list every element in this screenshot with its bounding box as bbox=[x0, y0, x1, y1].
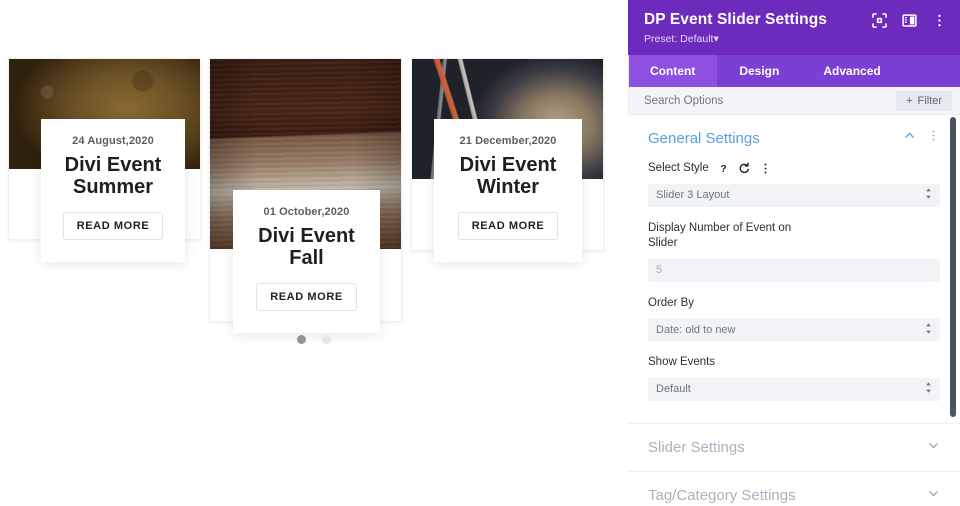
panel-header: DP Event Slider Settings Preset: Default… bbox=[628, 0, 960, 55]
settings-panel: DP Event Slider Settings Preset: Default… bbox=[628, 0, 960, 506]
preset-selector[interactable]: Preset: Default▾ bbox=[644, 33, 944, 45]
field-label-text: Show Events bbox=[648, 356, 716, 369]
tab-content[interactable]: Content bbox=[628, 55, 718, 87]
event-date: 24 August,2020 bbox=[72, 135, 154, 147]
field-label: Select Style ? bbox=[648, 161, 940, 177]
field-select-style: Select Style ? Slider 3 Layout bbox=[648, 161, 940, 207]
event-title-line1: Divi Event bbox=[459, 154, 557, 176]
event-card-summer[interactable]: 24 August,2020 Divi Event Summer READ MO… bbox=[8, 58, 201, 262]
section-header[interactable]: General Settings bbox=[648, 129, 940, 147]
event-card-fall[interactable]: 01 October,2020 Divi Event Fall READ MOR… bbox=[209, 58, 402, 333]
panel-scroll-content: General Settings Select Style ? Slider 3… bbox=[628, 115, 960, 506]
filter-button[interactable]: + Filter bbox=[896, 90, 952, 111]
field-label: Show Events bbox=[648, 355, 940, 371]
pagination-dot-2[interactable] bbox=[322, 335, 332, 344]
display-number-value: 5 bbox=[656, 264, 663, 277]
builder-canvas: 24 August,2020 Divi Event Summer READ MO… bbox=[0, 0, 628, 506]
field-label-text: Order By bbox=[648, 296, 695, 309]
event-slider: 24 August,2020 Divi Event Summer READ MO… bbox=[0, 0, 628, 344]
filter-label: Filter bbox=[917, 94, 942, 107]
event-overlay-winter: 21 December,2020 Divi Event Winter READ … bbox=[434, 119, 582, 262]
event-title-line1: Divi Event bbox=[258, 225, 355, 247]
chevron-down-icon[interactable] bbox=[927, 487, 940, 505]
field-label: Display Number of Event on Slider bbox=[648, 221, 813, 252]
updown-caret-icon bbox=[924, 381, 933, 397]
reset-icon[interactable] bbox=[738, 162, 751, 175]
chevron-up-icon[interactable] bbox=[903, 129, 916, 147]
section-actions bbox=[903, 129, 940, 147]
show-events-value: Default bbox=[656, 383, 691, 396]
expand-view-icon[interactable] bbox=[871, 12, 887, 28]
updown-caret-icon bbox=[924, 322, 933, 338]
select-style-dropdown[interactable]: Slider 3 Layout bbox=[648, 183, 940, 207]
event-overlay-fall: 01 October,2020 Divi Event Fall READ MOR… bbox=[233, 190, 380, 333]
field-display-number: Display Number of Event on Slider 5 bbox=[648, 221, 940, 282]
panel-tabs: Content Design Advanced bbox=[628, 55, 960, 87]
section-title: Slider Settings bbox=[648, 439, 745, 457]
plus-icon: + bbox=[906, 94, 913, 107]
search-input[interactable] bbox=[644, 94, 897, 107]
more-options-icon[interactable] bbox=[931, 12, 947, 28]
event-title-line2: Summer bbox=[72, 176, 154, 199]
section-general-settings: General Settings Select Style ? Slider 3… bbox=[628, 115, 960, 401]
field-label-text: Select Style bbox=[648, 162, 709, 174]
event-overlay-summer: 24 August,2020 Divi Event Summer READ MO… bbox=[41, 119, 185, 262]
layout-view-icon[interactable] bbox=[901, 12, 917, 28]
select-style-value: Slider 3 Layout bbox=[656, 189, 730, 202]
field-show-events: Show Events Default bbox=[648, 355, 940, 401]
event-date: 01 October,2020 bbox=[263, 206, 350, 218]
order-by-value: Date: old to new bbox=[656, 323, 736, 336]
order-by-dropdown[interactable]: Date: old to new bbox=[648, 318, 940, 342]
tab-design[interactable]: Design bbox=[717, 55, 801, 87]
pagination-dot-1[interactable] bbox=[296, 335, 306, 344]
event-title-line1: Divi Event bbox=[64, 154, 162, 176]
section-tag-category-settings[interactable]: Tag/Category Settings bbox=[628, 470, 960, 506]
read-more-button[interactable]: READ MORE bbox=[62, 211, 164, 240]
section-title: Tag/Category Settings bbox=[648, 487, 796, 505]
event-title-line2: Fall bbox=[289, 247, 324, 270]
event-card-winter[interactable]: 21 December,2020 Divi Event Winter READ … bbox=[411, 58, 604, 262]
slider-pagination bbox=[0, 331, 628, 349]
show-events-dropdown[interactable]: Default bbox=[648, 377, 940, 401]
updown-caret-icon bbox=[924, 187, 933, 203]
tab-advanced[interactable]: Advanced bbox=[801, 55, 902, 87]
chevron-down-icon[interactable] bbox=[927, 439, 940, 457]
section-slider-settings[interactable]: Slider Settings bbox=[628, 422, 960, 471]
read-more-button[interactable]: READ MORE bbox=[256, 282, 357, 311]
panel-scrollbar-thumb[interactable] bbox=[950, 117, 956, 417]
display-number-input[interactable]: 5 bbox=[648, 258, 940, 282]
field-label: Order By bbox=[648, 296, 940, 312]
event-date: 21 December,2020 bbox=[459, 135, 557, 147]
read-more-button[interactable]: READ MORE bbox=[457, 211, 559, 240]
event-title: Divi Event Summer bbox=[49, 154, 177, 199]
event-title: Divi Event Fall bbox=[241, 225, 372, 270]
panel-body: General Settings Select Style ? Slider 3… bbox=[628, 115, 960, 506]
more-options-icon[interactable] bbox=[759, 162, 772, 175]
screen: 24 August,2020 Divi Event Summer READ MO… bbox=[0, 0, 960, 506]
section-title: General Settings bbox=[648, 129, 760, 147]
search-bar: + Filter bbox=[628, 87, 960, 115]
svg-text:?: ? bbox=[720, 164, 726, 175]
more-options-icon[interactable] bbox=[927, 129, 940, 147]
preset-label: Preset: Default bbox=[644, 33, 714, 45]
preset-caret-icon: ▾ bbox=[713, 33, 719, 45]
event-title: Divi Event Winter bbox=[442, 154, 574, 199]
panel-header-actions bbox=[871, 12, 947, 28]
field-order-by: Order By Date: old to new bbox=[648, 296, 940, 342]
help-icon[interactable]: ? bbox=[717, 162, 730, 175]
event-title-line2: Winter bbox=[476, 176, 540, 199]
field-label-text: Display Number of Event on Slider bbox=[648, 221, 792, 250]
